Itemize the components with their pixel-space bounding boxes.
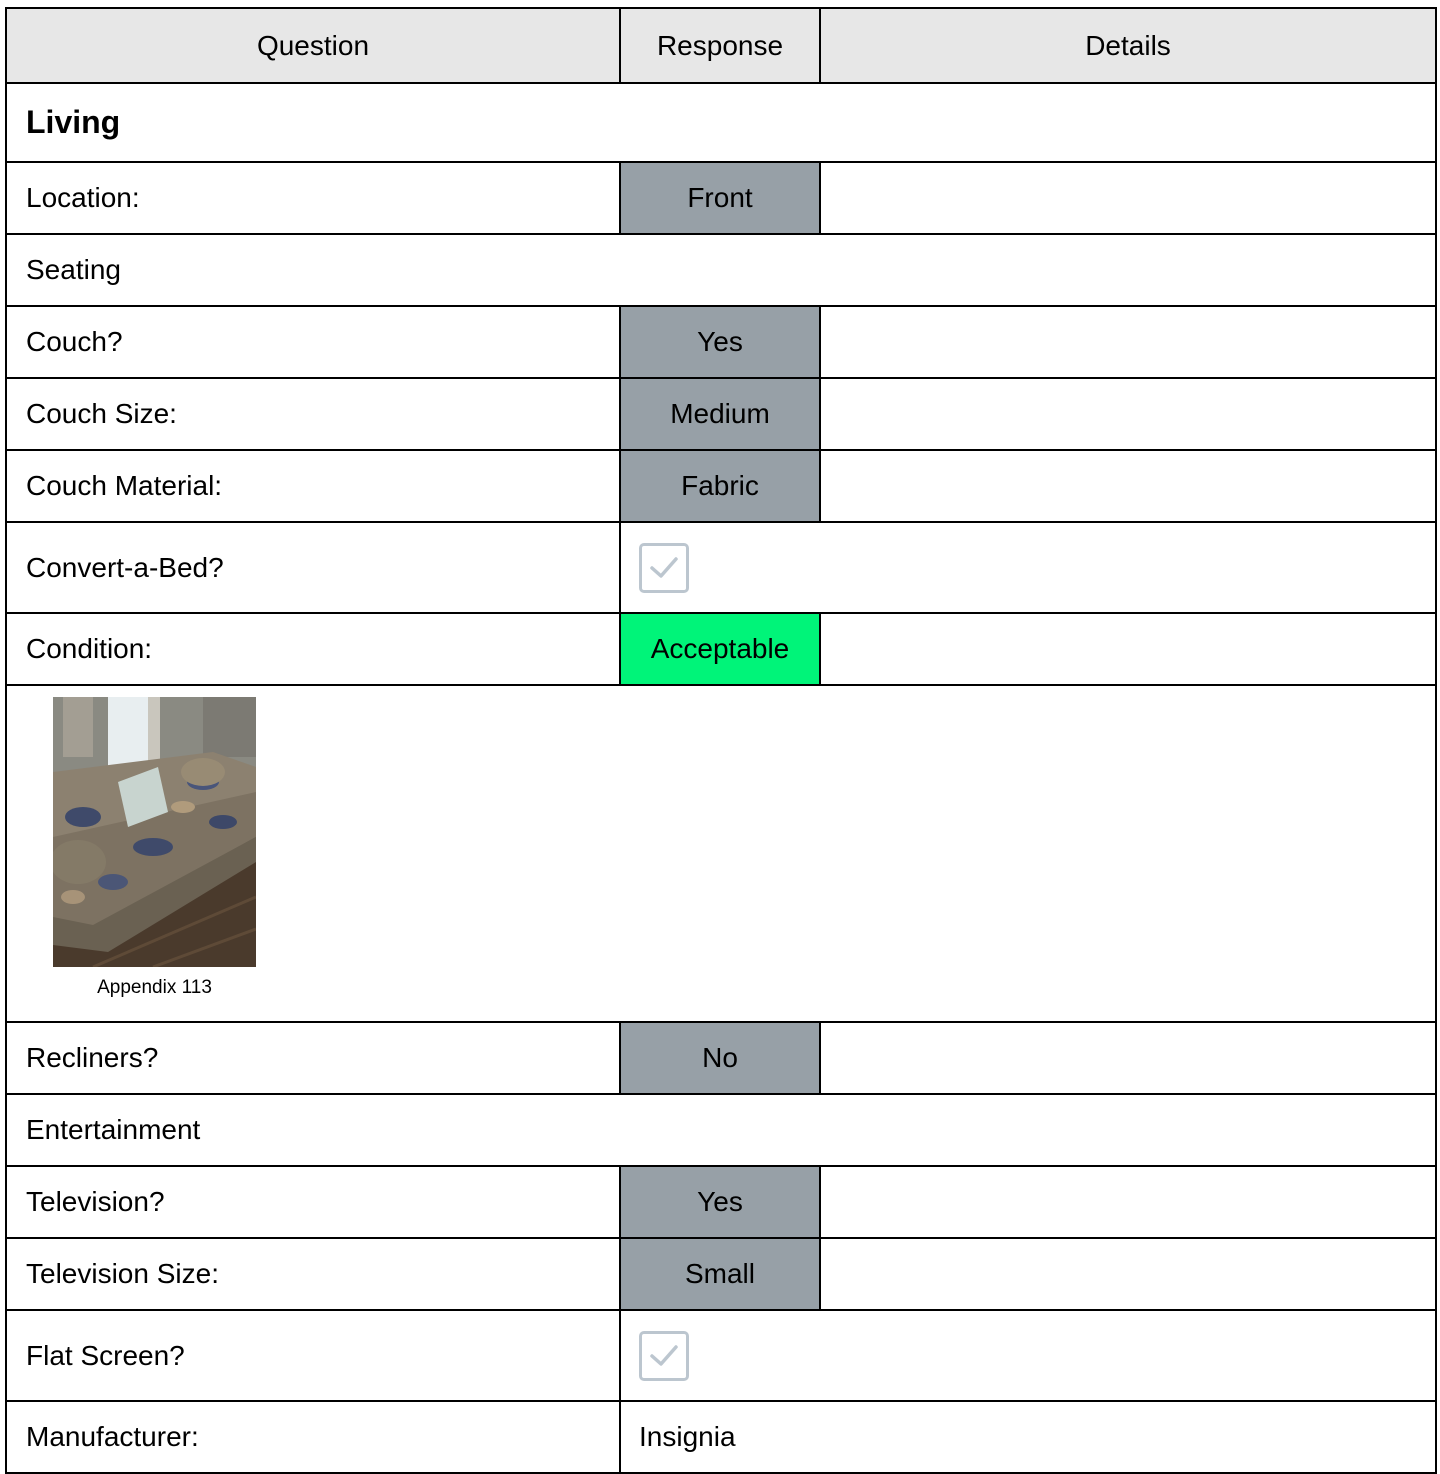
question-couch-material: Couch Material: [5, 449, 621, 523]
question-television-size: Television Size: [5, 1237, 621, 1311]
row-couch-size: Couch Size: Medium [5, 377, 1437, 451]
question-flat-screen: Flat Screen? [5, 1309, 621, 1402]
question-convert-a-bed: Convert-a-Bed? [5, 521, 621, 614]
subsection-row-seating: Seating [5, 233, 1437, 307]
response-location: Front [619, 161, 821, 235]
question-couch: Couch? [5, 305, 621, 379]
details-location [819, 161, 1437, 235]
details-couch-size [819, 377, 1437, 451]
row-location: Location: Front [5, 161, 1437, 235]
section-title: Living [5, 82, 1437, 163]
response-condition: Acceptable [619, 612, 821, 686]
response-recliners: No [619, 1021, 821, 1095]
row-manufacturer: Manufacturer: Insignia [5, 1400, 1437, 1474]
question-recliners: Recliners? [5, 1021, 621, 1095]
row-flat-screen: Flat Screen? [5, 1309, 1437, 1402]
details-recliners [819, 1021, 1437, 1095]
question-location: Location: [5, 161, 621, 235]
row-couch-material: Couch Material: Fabric [5, 449, 1437, 523]
section-row-living: Living [5, 82, 1437, 163]
row-photo: Appendix 113 [5, 684, 1437, 1023]
row-television-size: Television Size: Small [5, 1237, 1437, 1311]
response-convert-a-bed [619, 521, 1437, 614]
header-row: Question Response Details [5, 7, 1437, 84]
row-condition: Condition: Acceptable [5, 612, 1437, 686]
question-television: Television? [5, 1165, 621, 1239]
row-convert-a-bed: Convert-a-Bed? [5, 521, 1437, 614]
details-couch-material [819, 449, 1437, 523]
couch-photo[interactable] [53, 697, 256, 967]
header-question: Question [5, 7, 621, 84]
photo-caption: Appendix 113 [97, 977, 212, 998]
row-couch: Couch? Yes [5, 305, 1437, 379]
subsection-title: Seating [5, 233, 1437, 307]
response-television-size: Small [619, 1237, 821, 1311]
details-television [819, 1165, 1437, 1239]
response-flat-screen [619, 1309, 1437, 1402]
response-couch-size: Medium [619, 377, 821, 451]
checkbox-checked-icon[interactable] [639, 1330, 689, 1381]
subsection-row-entertainment: Entertainment [5, 1093, 1437, 1167]
response-television: Yes [619, 1165, 821, 1239]
question-couch-size: Couch Size: [5, 377, 621, 451]
header-response: Response [619, 7, 821, 84]
response-manufacturer: Insignia [619, 1400, 1437, 1474]
question-manufacturer: Manufacturer: [5, 1400, 621, 1474]
row-recliners: Recliners? No [5, 1021, 1437, 1095]
details-couch [819, 305, 1437, 379]
inspection-table: Question Response Details Living Locatio… [5, 7, 1437, 1474]
photo-container: Appendix 113 [53, 697, 256, 999]
row-television: Television? Yes [5, 1165, 1437, 1239]
details-condition [819, 612, 1437, 686]
header-details: Details [819, 7, 1437, 84]
subsection-title: Entertainment [5, 1093, 1437, 1167]
question-condition: Condition: [5, 612, 621, 686]
response-couch-material: Fabric [619, 449, 821, 523]
checkbox-checked-icon[interactable] [639, 542, 689, 593]
response-couch: Yes [619, 305, 821, 379]
details-television-size [819, 1237, 1437, 1311]
photo-cell: Appendix 113 [5, 684, 1437, 1023]
